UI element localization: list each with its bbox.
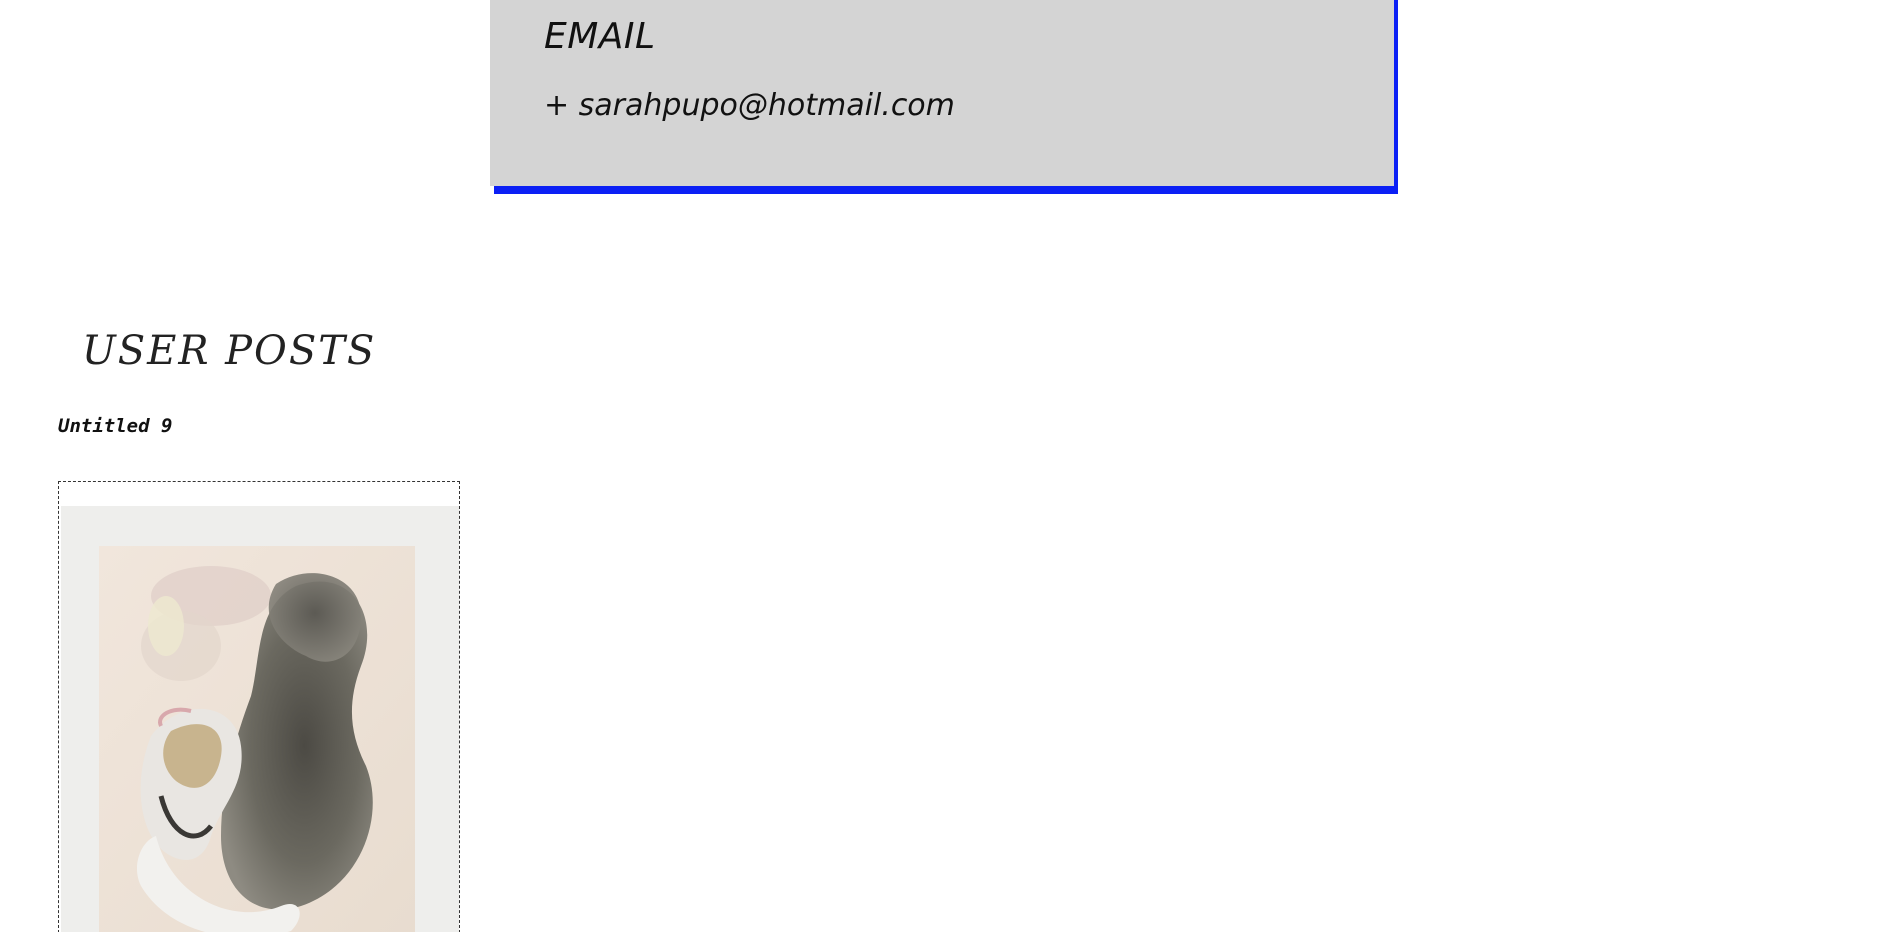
user-posts-heading: USER POSTS xyxy=(82,328,377,374)
email-line: + sarahpupo@hotmail.com xyxy=(544,88,955,123)
email-heading: EMAIL xyxy=(544,16,656,57)
email-link[interactable]: + sarahpupo@hotmail.com xyxy=(544,88,955,123)
post-title[interactable]: Untitled 9 xyxy=(58,415,172,437)
abstract-painting-image xyxy=(61,506,459,932)
contact-card: EMAIL + sarahpupo@hotmail.com xyxy=(490,0,1394,186)
post-thumbnail[interactable] xyxy=(58,481,460,932)
